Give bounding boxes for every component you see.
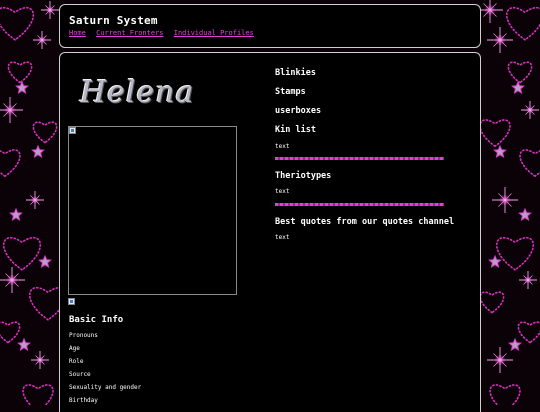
userboxes-heading: userboxes [275,106,322,116]
section-divider [275,203,444,206]
header-panel: Saturn System Home Current Fronters Indi… [59,4,481,48]
stamps-heading: Stamps [275,87,306,97]
quotes-heading: Best quotes from our quotes channel [275,217,455,227]
info-pronouns: Pronouns [69,332,98,339]
kin-list-text: text [275,143,290,150]
nav-link-home[interactable]: Home [69,29,86,37]
nav-link-individual-profiles[interactable]: Individual Profiles [174,29,254,37]
section-divider [275,157,444,160]
blinkies-heading: Blinkies [275,68,316,78]
nav-bar: Home Current Fronters Individual Profile… [69,29,260,37]
profile-panel: Helena Basic Info Pronouns Age Role Sour… [59,52,481,412]
info-birthday: Birthday [69,397,98,404]
theriotypes-text: text [275,188,290,195]
info-source: Source [69,371,91,378]
basic-info-heading: Basic Info [69,315,124,325]
quotes-text: text [275,234,290,241]
profile-image [68,126,237,295]
broken-image-icon [68,298,75,305]
site-title: Saturn System [69,14,158,27]
broken-image-icon [69,127,76,134]
theriotypes-heading: Theriotypes [275,171,332,181]
info-age: Age [69,345,80,352]
info-sexuality-gender: Sexuality and gender [69,384,142,391]
info-role: Role [69,358,84,365]
profile-name-logo: Helena [80,75,195,110]
nav-link-current-fronters[interactable]: Current Fronters [96,29,163,37]
kin-list-heading: Kin list [275,125,316,135]
